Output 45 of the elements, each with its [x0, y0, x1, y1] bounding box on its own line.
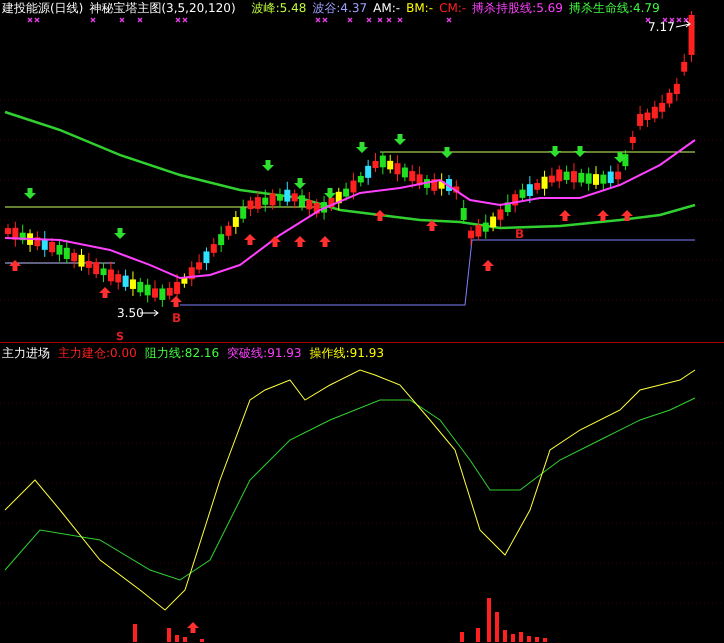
price-label: 7.17 [648, 20, 675, 34]
indicator-value: 搏杀持股线:5.69 [472, 1, 563, 16]
indicator-value: 突破线:91.93 [227, 346, 302, 361]
down-arrow-icon [574, 146, 586, 157]
indicator-value: 搏杀生命线:4.79 [568, 1, 660, 16]
indicator-value: 主力建仓:0.00 [58, 346, 137, 361]
up-arrow-icon [9, 260, 21, 271]
up-arrow-icon [482, 260, 494, 271]
down-arrow-icon [294, 178, 306, 189]
indicator-value: CM:- [439, 1, 466, 16]
buy-signal: B [172, 311, 182, 325]
buy-signal: B [515, 227, 524, 241]
indicator-value: 波谷:4.37 [312, 1, 368, 16]
up-arrow-icon [269, 236, 281, 247]
up-arrow-icon [426, 220, 438, 231]
down-arrow-icon [24, 188, 36, 199]
indicator-value: 阻力线:82.16 [144, 346, 220, 361]
down-arrow-icon [394, 134, 406, 145]
up-arrow-icon [374, 210, 386, 221]
down-arrow-icon [324, 188, 336, 199]
up-arrow-icon [621, 210, 633, 221]
up-arrow-icon [559, 210, 571, 221]
up-arrow-icon [319, 236, 331, 247]
up-arrow-icon [294, 236, 306, 247]
indicator-value: 操作线:91.93 [310, 346, 384, 361]
indicator-value: AM:- [373, 1, 400, 16]
up-arrow-icon [244, 234, 256, 245]
up-arrow-icon [170, 296, 182, 307]
stock-title: 建投能源(日线) [2, 1, 84, 16]
down-arrow-icon [114, 228, 126, 239]
down-arrow-icon [262, 160, 274, 171]
indicator-value: 神秘宝塔主图(3,5,20,120) [89, 1, 236, 16]
down-arrow-icon [356, 142, 368, 153]
up-arrow-icon [99, 287, 111, 298]
indicator-value: 波峰:5.48 [252, 1, 306, 16]
down-arrow-icon [549, 146, 561, 157]
pointer-arrow-icon [676, 20, 691, 28]
price-label: 3.50 [117, 306, 144, 320]
sell-signal: S [116, 330, 124, 342]
down-arrow-icon [441, 147, 453, 158]
down-arrow-icon [614, 152, 626, 163]
indicator-value: BM:- [406, 1, 434, 16]
up-arrow-icon [187, 622, 199, 633]
up-arrow-icon [597, 210, 609, 221]
stock-title: 主力进场 [2, 346, 50, 361]
